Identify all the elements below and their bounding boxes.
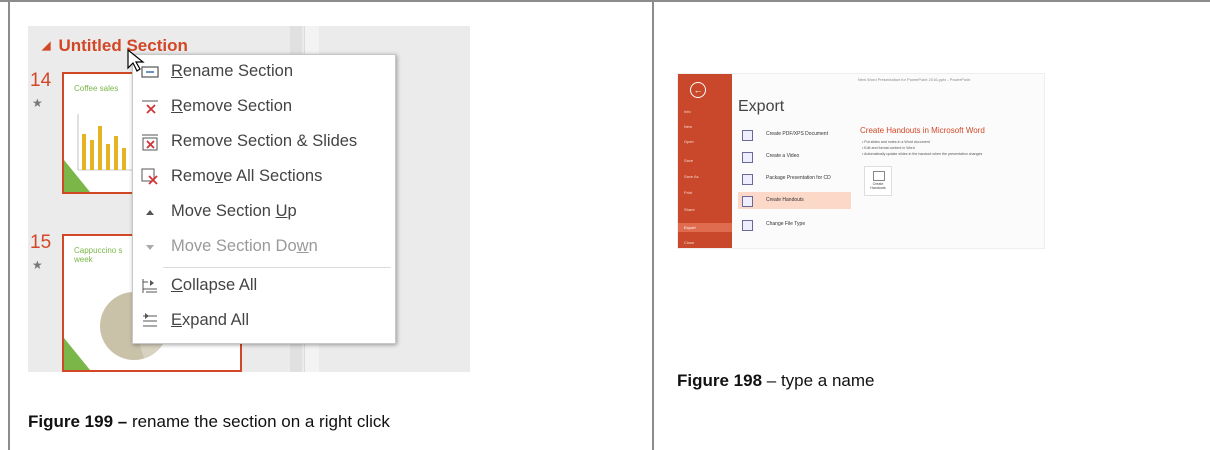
section-context-menu: Rename Section Remove Section Remove Sec… — [132, 54, 396, 344]
export-option-pdf[interactable]: Create PDF/XPS Document — [738, 126, 851, 143]
export-heading: Export — [738, 98, 785, 115]
collapse-triangle-icon[interactable]: ◢ — [42, 40, 50, 52]
animation-star-icon: ★ — [32, 258, 43, 272]
backstage-nav-print[interactable]: Print — [684, 190, 692, 195]
menu-item-remove-all-sections[interactable]: Remove All Sections — [133, 160, 395, 195]
menu-item-move-section-up[interactable]: Move Section Up — [133, 195, 395, 230]
caption-text: rename the section on a right click — [127, 412, 390, 431]
slide-accent-shape — [64, 338, 90, 370]
detail-bullet: • Edit and format content in Word — [862, 146, 915, 150]
caption-label: Figure 199 – — [28, 412, 128, 431]
slide-number: 14 — [30, 70, 52, 91]
menu-item-label: Remove All Sections — [171, 167, 323, 185]
powerpoint-thumbnail-pane-screenshot: ◢ Untitled Section 14 ★ Coffee sales 15 ★… — [28, 26, 470, 372]
backstage-nav-save[interactable]: Save — [684, 158, 693, 163]
backstage-nav-export[interactable]: Export — [684, 225, 696, 230]
menu-item-move-section-down[interactable]: Move Section Down — [133, 230, 395, 265]
option-label: Create a Video — [766, 153, 800, 159]
backstage-sidebar: ← Info New Open Save Save As Print Share… — [678, 74, 732, 248]
handouts-icon — [873, 171, 885, 181]
move-down-icon — [146, 245, 154, 250]
menu-item-remove-section[interactable]: Remove Section — [133, 90, 395, 125]
expand-all-icon — [143, 313, 157, 327]
menu-item-label: Rename Section — [171, 62, 293, 80]
option-label: Package Presentation for CD — [766, 175, 831, 181]
table-left-border — [8, 0, 10, 450]
export-option-create-handouts[interactable]: Create Handouts — [738, 192, 851, 209]
menu-item-label: Move Section Up — [171, 202, 297, 220]
create-handouts-button[interactable]: Create Handouts — [864, 166, 892, 196]
button-label: Create Handouts — [870, 182, 886, 190]
pdf-document-icon — [742, 130, 753, 141]
video-icon — [742, 152, 753, 163]
menu-item-label: Expand All — [171, 311, 249, 329]
section-header[interactable]: ◢ Untitled Section — [42, 36, 188, 56]
collapse-all-icon — [142, 279, 157, 293]
option-label: Create Handouts — [766, 197, 804, 203]
menu-item-label: Remove Section & Slides — [171, 132, 358, 150]
menu-separator — [163, 267, 391, 268]
option-label: Change File Type — [766, 221, 806, 227]
move-up-icon — [146, 210, 154, 215]
powerpoint-export-screenshot: ← Info New Open Save Save As Print Share… — [677, 73, 1045, 249]
export-option-change-file-type[interactable]: Change File Type — [738, 216, 851, 233]
backstage-nav-share[interactable]: Share — [684, 207, 695, 212]
backstage-nav-info[interactable]: Info — [684, 109, 691, 114]
menu-item-expand-all[interactable]: Expand All — [133, 304, 395, 339]
slide-accent-shape — [64, 160, 90, 192]
slide-number: 15 — [30, 232, 52, 253]
menu-item-label: Move Section Down — [171, 237, 318, 255]
file-type-icon — [742, 220, 753, 231]
menu-item-label: Collapse All — [171, 276, 258, 294]
backstage-nav-close[interactable]: Close — [684, 240, 694, 245]
cd-package-icon — [742, 174, 753, 185]
export-option-video[interactable]: Create a Video — [738, 148, 851, 165]
caption-text: – type a name — [762, 371, 875, 390]
menu-item-rename-section[interactable]: Rename Section — [133, 55, 395, 90]
animation-star-icon: ★ — [32, 96, 43, 110]
backstage-nav-save-as[interactable]: Save As — [684, 174, 699, 179]
menu-item-label: Remove Section — [171, 97, 293, 115]
window-title: New Word Presentation for PowerPoint 201… — [858, 77, 971, 82]
caption-label: Figure 198 — [677, 371, 763, 390]
section-title-label: Untitled Section — [58, 36, 188, 55]
menu-item-collapse-all[interactable]: Collapse All — [133, 269, 395, 304]
remove-section-icon — [142, 100, 158, 114]
handouts-icon — [742, 196, 753, 207]
detail-bullet: • Put slides and notes in a Word documen… — [862, 140, 930, 144]
option-label: Create PDF/XPS Document — [766, 131, 828, 137]
figure-198-caption: Figure 198 – type a name — [677, 371, 875, 391]
back-arrow-icon[interactable]: ← — [690, 82, 706, 98]
backstage-nav-new[interactable]: New — [684, 124, 692, 129]
mouse-pointer-icon — [127, 48, 145, 72]
table-top-border — [0, 0, 1210, 2]
backstage-nav-open[interactable]: Open — [684, 139, 694, 144]
remove-all-sections-icon — [141, 168, 158, 185]
figure-199-caption: Figure 199 – rename the section on a rig… — [28, 412, 390, 432]
remove-section-slides-icon — [142, 134, 158, 151]
detail-bullet: • Automatically update slides in the han… — [862, 152, 983, 156]
detail-title: Create Handouts in Microsoft Word — [860, 126, 985, 135]
table-middle-border — [652, 0, 654, 450]
export-option-package-cd[interactable]: Package Presentation for CD — [738, 170, 851, 187]
menu-item-remove-section-and-slides[interactable]: Remove Section & Slides — [133, 125, 395, 160]
